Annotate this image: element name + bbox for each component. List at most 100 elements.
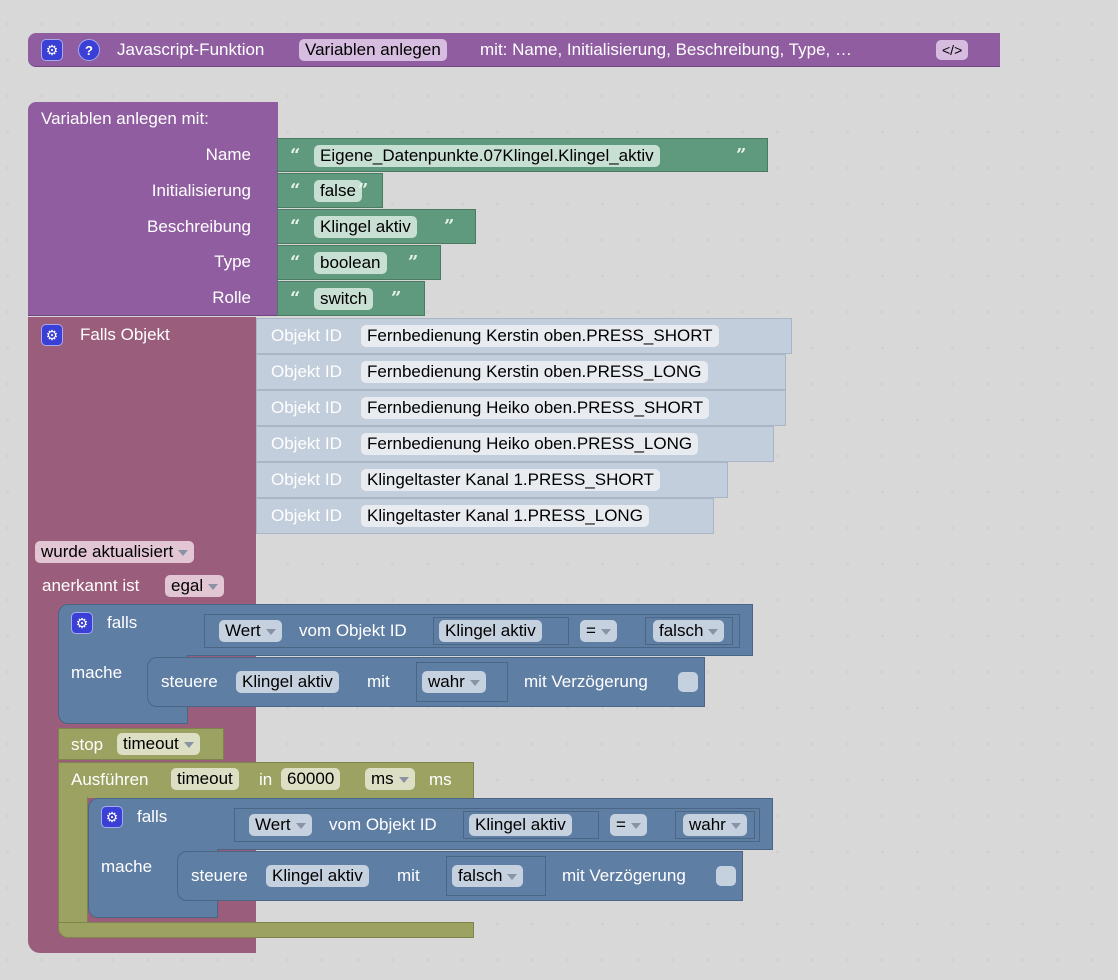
function-call-block[interactable]: ⚙ ? Javascript-Funktion Variablen anlege…: [28, 33, 1000, 67]
function-name-field[interactable]: Variablen anlegen: [299, 39, 447, 61]
code-button[interactable]: </>: [936, 40, 969, 60]
chevron-down-icon: [630, 822, 641, 829]
object-id-value[interactable]: Klingeltaster Kanal 1.PRESS_LONG: [361, 505, 649, 527]
unit-label: ms: [429, 770, 452, 789]
value-dropdown[interactable]: Wert: [249, 814, 312, 836]
object-id-block[interactable]: Objekt ID Klingeltaster Kanal 1.PRESS_LO…: [256, 498, 714, 534]
object-id-block[interactable]: Objekt ID Klingeltaster Kanal 1.PRESS_SH…: [256, 462, 728, 498]
text-value[interactable]: boolean: [314, 252, 387, 274]
param-label-role: Rolle: [212, 288, 251, 307]
object-id-value[interactable]: Fernbedienung Heiko oben.PRESS_SHORT: [361, 397, 710, 419]
text-block-role[interactable]: “ switch ”: [277, 281, 425, 316]
duration-field[interactable]: 60000: [281, 768, 341, 790]
compare-block[interactable]: Wert vom Objekt ID Klingel aktiv = wahr: [234, 808, 760, 842]
operator-value: =: [586, 621, 596, 640]
chevron-down-icon: [507, 873, 518, 880]
close-quote-icon: ”: [736, 145, 747, 166]
variables-title: Variablen anlegen mit:: [41, 109, 209, 128]
stop-label: stop: [71, 735, 104, 754]
unit-dropdown[interactable]: ms: [365, 768, 415, 790]
chevron-down-icon: [708, 628, 719, 635]
with-label: mit: [367, 672, 390, 691]
timeout-timer-field[interactable]: timeout: [171, 768, 239, 790]
event-dropdown[interactable]: wurde aktualisiert: [35, 541, 195, 563]
stop-timer-dropdown[interactable]: timeout: [117, 733, 200, 755]
set-value: wahr: [428, 672, 465, 691]
text-value[interactable]: Klingel aktiv: [314, 216, 417, 238]
param-label-name: Name: [205, 145, 251, 164]
function-params-text: mit: Name, Initialisierung, Beschreibung…: [480, 40, 852, 59]
set-label: steuere: [161, 672, 218, 691]
object-id-block[interactable]: Objekt ID Fernbedienung Heiko oben.PRESS…: [256, 426, 774, 462]
compare-value: wahr: [689, 815, 726, 834]
chevron-down-icon: [208, 583, 219, 590]
set-label: steuere: [191, 866, 248, 885]
operator-dropdown[interactable]: =: [610, 814, 647, 836]
delay-label: mit Verzögerung: [562, 866, 686, 885]
close-quote-icon: ”: [391, 288, 402, 309]
set-state-block-2[interactable]: steuere Klingel aktiv mit falsch mit Ver…: [177, 851, 743, 901]
set-value-dropdown[interactable]: wahr: [422, 671, 486, 693]
text-block-type[interactable]: “ boolean ”: [277, 245, 441, 280]
object-field[interactable]: Klingel aktiv: [469, 814, 572, 836]
compare-block[interactable]: Wert vom Objekt ID Klingel aktiv = falsc…: [204, 614, 740, 648]
delay-label: mit Verzögerung: [524, 672, 648, 691]
object-id-label: Objekt ID: [271, 326, 342, 345]
object-id-value[interactable]: Fernbedienung Kerstin oben.PRESS_LONG: [361, 361, 708, 383]
timeout-block[interactable]: Ausführen timeout in 60000 ms ms: [58, 762, 474, 798]
set-value: falsch: [458, 866, 503, 885]
param-label-init: Initialisierung: [151, 181, 251, 200]
delay-checkbox[interactable]: [678, 672, 698, 692]
open-quote-icon: “: [290, 216, 301, 237]
chevron-down-icon: [265, 628, 276, 635]
gear-icon[interactable]: ⚙: [41, 324, 63, 346]
variables-block[interactable]: Variablen anlegen mit: Name Initialisier…: [28, 102, 278, 316]
object-id-block[interactable]: Objekt ID Fernbedienung Kerstin oben.PRE…: [256, 354, 786, 390]
object-id-value[interactable]: Fernbedienung Heiko oben.PRESS_LONG: [361, 433, 699, 455]
close-quote-icon: ”: [444, 216, 455, 237]
text-block-init[interactable]: “ false ”: [277, 173, 383, 208]
set-object-field[interactable]: Klingel aktiv: [236, 671, 339, 693]
chevron-down-icon: [183, 741, 194, 748]
object-id-value[interactable]: Klingeltaster Kanal 1.PRESS_SHORT: [361, 469, 660, 491]
chevron-down-icon: [469, 679, 480, 686]
from-object-label: vom Objekt ID: [299, 621, 407, 640]
text-value[interactable]: false: [314, 180, 362, 202]
operator-dropdown[interactable]: =: [580, 620, 617, 642]
param-label-desc: Beschreibung: [147, 217, 251, 236]
unit-value: ms: [371, 769, 394, 788]
help-icon[interactable]: ?: [78, 39, 100, 61]
open-quote-icon: “: [290, 180, 301, 201]
object-id-block[interactable]: Objekt ID Fernbedienung Kerstin oben.PRE…: [256, 318, 792, 354]
gear-icon[interactable]: ⚙: [101, 806, 123, 828]
ack-value: egal: [171, 576, 204, 595]
value-dropdown[interactable]: Wert: [219, 620, 282, 642]
stop-timeout-block[interactable]: stop timeout: [58, 728, 224, 760]
timeout-block-side: [58, 797, 88, 923]
object-field[interactable]: Klingel aktiv: [439, 620, 542, 642]
set-value-dropdown[interactable]: falsch: [452, 865, 524, 887]
text-value[interactable]: Eigene_Datenpunkte.07Klingel.Klingel_akt…: [314, 145, 660, 167]
if-condition-row-1[interactable]: Wert vom Objekt ID Klingel aktiv = falsc…: [187, 604, 753, 656]
if-label: falls: [107, 613, 138, 632]
object-id-value[interactable]: Fernbedienung Kerstin oben.PRESS_SHORT: [361, 325, 719, 347]
delay-checkbox[interactable]: [716, 866, 736, 886]
ack-dropdown[interactable]: egal: [165, 575, 225, 597]
object-id-block[interactable]: Objekt ID Fernbedienung Heiko oben.PRESS…: [256, 390, 786, 426]
set-object-field[interactable]: Klingel aktiv: [266, 865, 369, 887]
gear-icon[interactable]: ⚙: [71, 612, 93, 634]
compare-value-dropdown[interactable]: wahr: [683, 814, 747, 836]
set-state-block-1[interactable]: steuere Klingel aktiv mit wahr mit Verzö…: [147, 657, 705, 707]
param-label-type: Type: [214, 252, 251, 271]
compare-value-dropdown[interactable]: falsch: [653, 620, 725, 642]
if-condition-row-2[interactable]: Wert vom Objekt ID Klingel aktiv = wahr: [217, 798, 773, 850]
text-block-desc[interactable]: “ Klingel aktiv ”: [277, 209, 476, 244]
chevron-down-icon: [730, 822, 741, 829]
text-block-name[interactable]: “ Eigene_Datenpunkte.07Klingel.Klingel_a…: [277, 138, 768, 172]
object-id-label: Objekt ID: [271, 362, 342, 381]
gear-icon[interactable]: ⚙: [41, 39, 63, 61]
timeout-label: Ausführen: [71, 770, 149, 789]
close-quote-icon: ”: [358, 180, 369, 201]
do-label: mache: [71, 663, 123, 682]
text-value[interactable]: switch: [314, 288, 374, 310]
